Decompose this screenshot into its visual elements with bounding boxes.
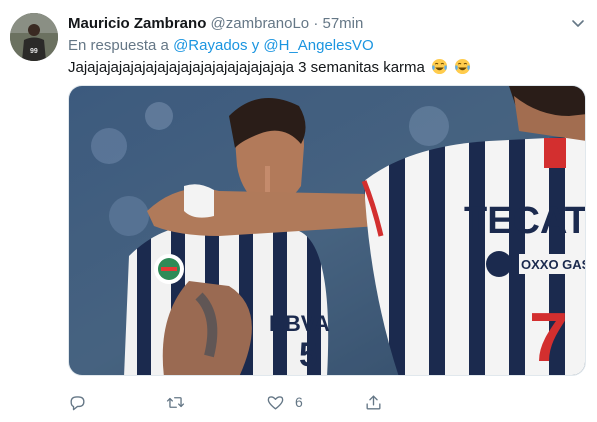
share-icon: [366, 394, 381, 410]
bbva-sponsor-text: BBVA: [269, 311, 330, 336]
tecat-sponsor-text: TECAT: [464, 200, 586, 242]
tweet-timestamp[interactable]: 57min: [323, 15, 364, 32]
tweet-actions: 6: [68, 391, 488, 413]
separator-dot: ·: [313, 15, 319, 32]
svg-text:99: 99: [30, 48, 38, 55]
heart-icon: [267, 395, 284, 410]
author-avatar[interactable]: 99: [10, 13, 58, 61]
reply-button[interactable]: [68, 391, 87, 413]
chevron-down-icon: [572, 20, 584, 27]
author-name[interactable]: Mauricio Zambrano: [68, 15, 206, 32]
speech-bubble-icon: [70, 395, 85, 410]
tweet-text: Jajajajajajajajajajajajajajajajajajaja 3…: [68, 58, 471, 78]
mention-link-angeles[interactable]: @H_AngelesVO: [263, 37, 373, 54]
face-with-tears-of-joy-icon: [455, 58, 471, 75]
author-handle[interactable]: @zambranoLo: [211, 15, 310, 32]
avatar-image: 99: [10, 13, 58, 61]
like-count: 6: [295, 394, 303, 410]
small-number-text: 5: [299, 336, 318, 374]
retweet-button[interactable]: [166, 391, 185, 413]
tweet-body: Jajajajajajajajajajajajajajajajajajaja 3…: [68, 59, 425, 76]
tweet-card[interactable]: 99 Mauricio Zambrano @zambranoLo · 57min…: [0, 0, 597, 422]
retweet-icon: [166, 396, 185, 408]
jersey-number-text: 7: [529, 298, 568, 376]
oxxo-sponsor-text: OXXO GAS: [521, 257, 586, 272]
tweet-photo[interactable]: BBVA 5 TECAT OXXO GAS 7: [68, 85, 586, 376]
face-with-tears-of-joy-icon: [431, 58, 448, 75]
tweet-header: Mauricio Zambrano @zambranoLo · 57min: [68, 14, 363, 34]
like-button[interactable]: 6: [266, 391, 303, 413]
soccer-players-photo: BBVA 5 TECAT OXXO GAS 7: [69, 86, 586, 376]
reply-context: En respuesta a @Rayados y @H_AngelesVO: [68, 36, 374, 56]
mention-link-rayados[interactable]: @Rayados: [173, 37, 247, 54]
reply-prefix: En respuesta a: [68, 37, 169, 54]
reply-join-word[interactable]: y: [252, 37, 260, 54]
share-button[interactable]: [364, 391, 383, 413]
more-options-button[interactable]: [568, 13, 588, 33]
